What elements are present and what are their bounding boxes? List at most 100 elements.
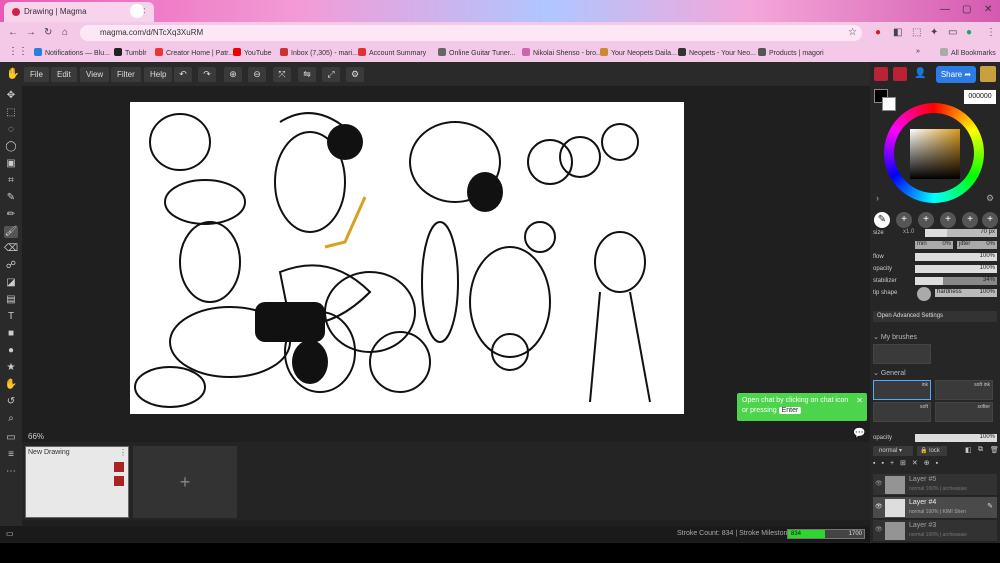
rect-shape-icon[interactable]: ■	[4, 328, 18, 340]
brush-ink[interactable]: ink	[873, 380, 931, 400]
minimize-icon[interactable]: —	[940, 4, 950, 15]
close-window-icon[interactable]: ✕	[984, 4, 992, 15]
back-icon[interactable]: ←	[8, 27, 18, 38]
flip-icon[interactable]: ⇋	[298, 67, 316, 82]
stabilizer-row[interactable]: stabilizer 34%	[873, 277, 997, 287]
home-icon[interactable]: ⌂	[62, 27, 68, 38]
apps-grid-icon[interactable]: ⋮⋮	[8, 46, 28, 57]
brush-slot-icon[interactable]: +	[982, 212, 998, 228]
brush-preset-icon[interactable]: ✎	[874, 212, 890, 228]
select-rect-icon[interactable]: ⬚	[4, 107, 18, 119]
smudge-icon[interactable]: ☍	[4, 260, 18, 272]
all-bookmarks[interactable]: All Bookmarks	[940, 48, 996, 57]
chat-bubble-icon[interactable]: 💬	[853, 428, 865, 439]
size-mult[interactable]: x1.0	[903, 229, 914, 235]
layer-action-icon[interactable]: ◧	[965, 446, 972, 454]
bookmark-item[interactable]: Creator Home | Patr...	[155, 48, 234, 57]
bookmark-item[interactable]: YouTube	[233, 48, 272, 57]
bookmark-item[interactable]: Neopets - Your Neo...	[678, 48, 756, 57]
sidepanel-icon[interactable]: ▭	[948, 27, 957, 38]
bookmark-star-icon[interactable]: ☆	[848, 27, 857, 38]
more-icon[interactable]: ⋯	[4, 466, 18, 478]
bookmark-item[interactable]: Notifications — Blu...	[34, 48, 110, 57]
bookmark-item[interactable]: Inbox (7,305) - mari...	[280, 48, 358, 57]
chevron-right-icon[interactable]: ›	[876, 193, 879, 203]
eraser-icon[interactable]: ⌫	[4, 243, 18, 255]
secondary-color-swatch[interactable]	[882, 97, 896, 111]
help-menu[interactable]: Help	[144, 67, 173, 82]
transform-icon[interactable]: ▣	[4, 158, 18, 170]
text-icon[interactable]: T	[4, 311, 18, 323]
brush-slot-icon[interactable]: +	[962, 212, 978, 228]
url-input[interactable]: magma.com/d/NTcXq3XuRM	[80, 25, 862, 41]
min-jitter-row[interactable]: min 0% jitter 0%	[873, 241, 997, 251]
brush-slot-icon[interactable]: +	[940, 212, 956, 228]
brush-soft[interactable]: soft	[873, 402, 931, 422]
undo-icon[interactable]: ↶	[174, 67, 192, 82]
layer-copy-icon[interactable]: ⧉	[978, 446, 983, 454]
layer-item[interactable]: 👁 Layer #5 normal 100% | archeasaw	[873, 474, 997, 496]
zoom-in-icon[interactable]: ⊕	[224, 67, 242, 82]
brush-softer[interactable]: softer	[935, 402, 993, 422]
eye-icon[interactable]: 👁	[875, 503, 883, 510]
user-avatar[interactable]	[874, 67, 888, 81]
circle-shape-icon[interactable]: ●	[4, 345, 18, 357]
list-icon[interactable]: ≡	[4, 449, 18, 461]
hex-input[interactable]: 000000	[964, 90, 996, 104]
edit-menu[interactable]: Edit	[51, 67, 77, 82]
chrome-menu-icon[interactable]: ⋮	[986, 27, 996, 38]
zoom-tool-icon[interactable]: ⌕	[4, 413, 18, 425]
redo-icon[interactable]: ↷	[198, 67, 216, 82]
eye-icon[interactable]: 👁	[875, 480, 883, 487]
gradient-icon[interactable]: ▤	[4, 294, 18, 306]
layer-toolbar[interactable]: ▪▪+⊞✕⊕▪	[873, 459, 997, 471]
hand-icon[interactable]: ✋	[4, 379, 18, 391]
extension-icon[interactable]: ◧	[893, 27, 902, 38]
my-brush-item[interactable]	[873, 344, 931, 364]
add-drawing-button[interactable]: +	[133, 446, 237, 518]
my-brushes-header[interactable]: ⌄ My brushes	[873, 333, 917, 341]
brush-slot-icon[interactable]: +	[896, 212, 912, 228]
rotate-icon[interactable]: ↺	[4, 396, 18, 408]
view-menu[interactable]: View	[80, 67, 110, 82]
brush-soft-ink[interactable]: soft ink	[935, 380, 993, 400]
move-tool-icon[interactable]: ✥	[4, 90, 18, 102]
bookmark-item[interactable]: Products | magori	[758, 48, 824, 57]
advanced-settings-button[interactable]: Open Advanced Settings	[873, 311, 997, 322]
fill-icon[interactable]: ◪	[4, 277, 18, 289]
share-button[interactable]: Share ➦	[936, 66, 976, 83]
trash-icon[interactable]: 🗑	[990, 446, 999, 454]
drawings-toggle-icon[interactable]: ▭	[6, 529, 14, 538]
profile-icon[interactable]: ●	[966, 27, 972, 38]
layer-item[interactable]: 👁 Layer #3 normal 100% | archeasaw	[873, 520, 997, 542]
select-ellipse-icon[interactable]: ◌	[4, 124, 18, 136]
bookmark-item[interactable]: Nikolai Shenso - bro...	[522, 48, 602, 57]
flow-row[interactable]: flow 100%	[873, 253, 997, 263]
bookmark-item[interactable]: Online Guitar Tuner...	[438, 48, 516, 57]
crop-icon[interactable]: ⌗	[4, 175, 18, 187]
eyedropper-icon[interactable]: ✎	[4, 192, 18, 204]
blend-mode-select[interactable]: normal ▾	[873, 446, 913, 456]
extension-icon[interactable]: ●	[875, 27, 881, 38]
drawing-canvas[interactable]	[130, 102, 684, 414]
bookmark-item[interactable]: Account Summary	[358, 48, 426, 57]
forward-icon[interactable]: →	[26, 27, 36, 38]
add-user-icon[interactable]: 👤	[914, 68, 926, 79]
zoom-out-icon[interactable]: ⊖	[248, 67, 266, 82]
extensions-puzzle-icon[interactable]: ✦	[930, 27, 938, 38]
extension-icon[interactable]: ⬚	[912, 27, 921, 38]
fit-icon[interactable]: ⤧	[273, 67, 291, 82]
user-avatar[interactable]	[893, 67, 907, 81]
file-menu[interactable]: File	[24, 67, 49, 82]
magma-logo-icon[interactable]: ✋	[6, 67, 20, 80]
chat-icon[interactable]: ▭	[4, 432, 18, 444]
brush-slot-icon[interactable]: +	[918, 212, 934, 228]
reload-icon[interactable]: ↻	[44, 27, 52, 38]
brush-icon[interactable]: 🖌	[4, 226, 18, 238]
tip-shape-row[interactable]: tip shape hardness 100%	[873, 287, 997, 301]
fullscreen-icon[interactable]: ⤢	[322, 67, 340, 82]
settings-icon[interactable]: ⚙	[346, 67, 364, 82]
drawing-menu-icon[interactable]: ⋮	[119, 448, 127, 457]
tip-shape-icon[interactable]	[917, 287, 931, 301]
close-icon[interactable]: ✕	[856, 396, 863, 406]
